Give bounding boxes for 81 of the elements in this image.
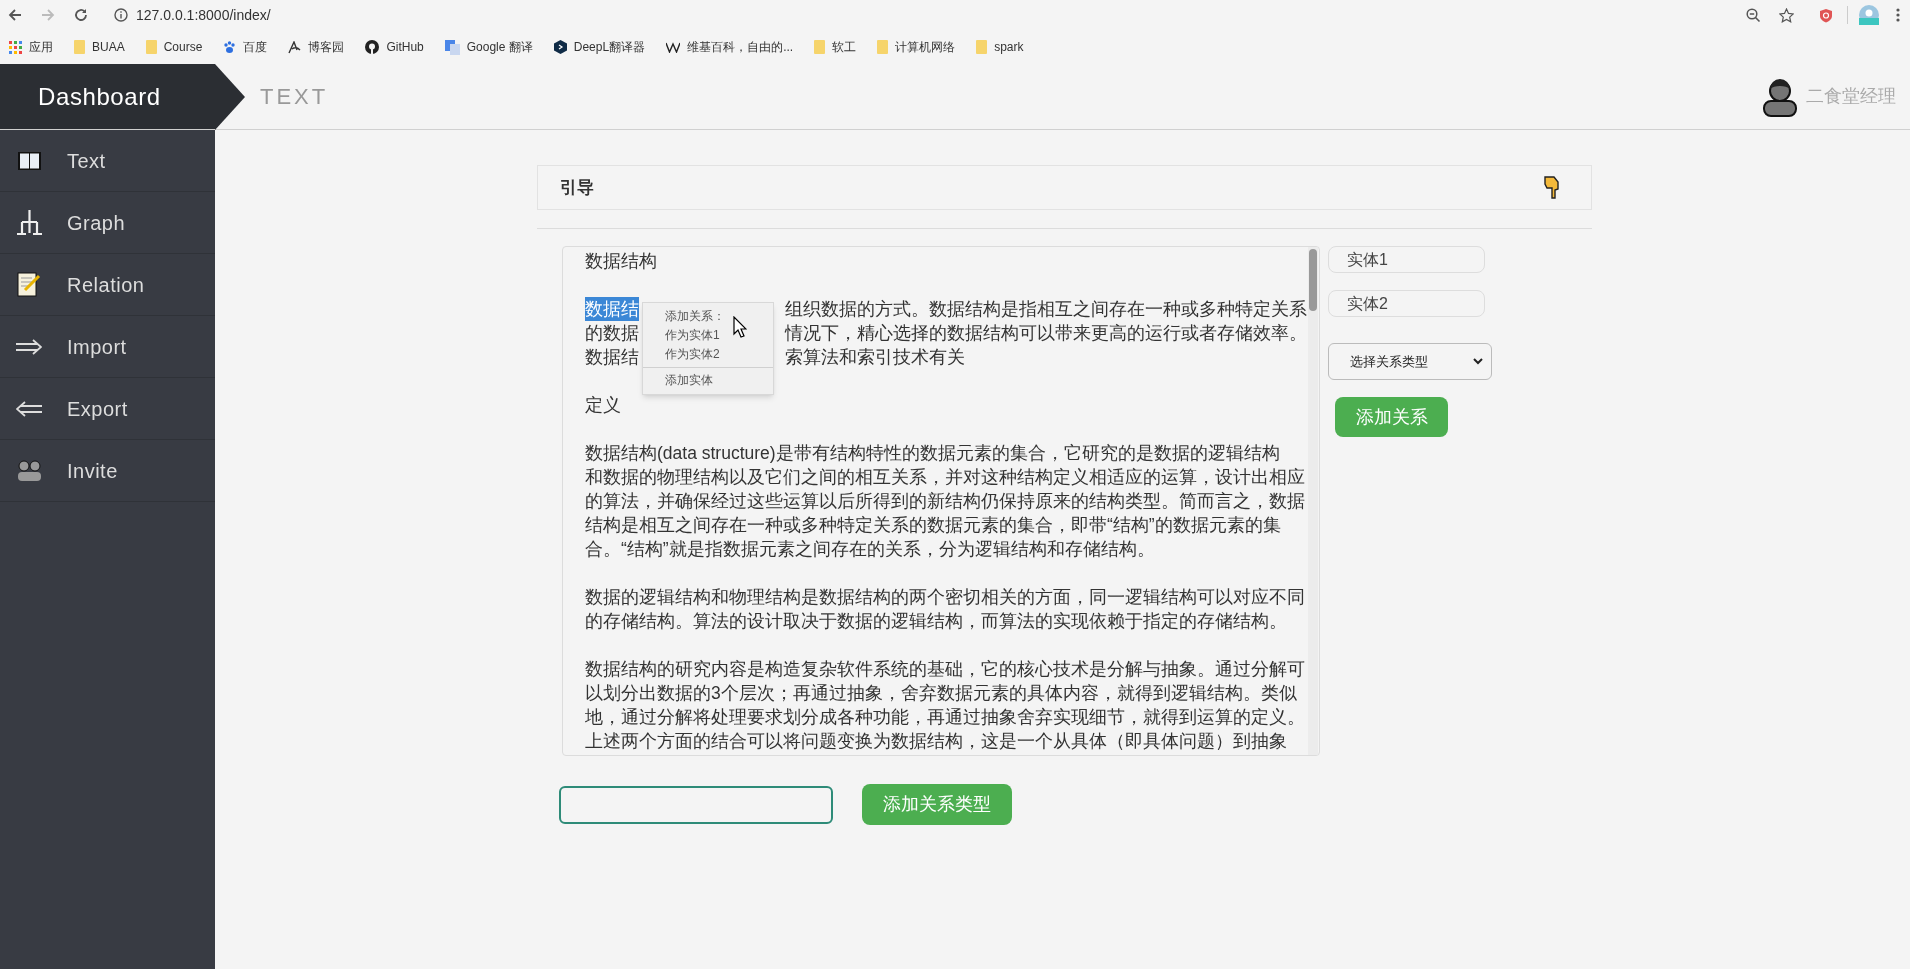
sidebar-item[interactable]: Export	[0, 378, 215, 440]
deepl-logo-icon	[553, 40, 567, 54]
menu-item[interactable]: 作为实体1	[643, 326, 773, 345]
translate-icon	[444, 39, 460, 55]
text-line: 数据结构	[585, 250, 657, 273]
entity-field[interactable]: 实体2	[1328, 290, 1485, 317]
menu-item[interactable]: 添加关系：	[643, 307, 773, 326]
bookmark-link[interactable]: BUAA	[92, 38, 125, 56]
double-arrow-right-icon	[16, 338, 42, 355]
text-line: 索算法和索引技术有关	[785, 346, 965, 369]
text-line: 上述两个方面的结合可以将问题变换为数据结构，这是一个从具体（即具体问题）到抽象	[585, 730, 1287, 753]
text-line: 数据结构的研究内容是构造复杂软件系统的基础，它的核心技术是分解与抽象。通过分解可	[585, 658, 1305, 681]
menu-item[interactable]: 作为实体2	[643, 345, 773, 364]
sidebar-item[interactable]: Invite	[0, 440, 215, 502]
text-line: 数据的逻辑结构和物理结构是数据结构的两个密切相关的方面，同一逻辑结构可以对应不同	[585, 586, 1305, 609]
bookmark-link[interactable]: GitHub	[386, 38, 424, 56]
pointing-hand-icon	[1543, 175, 1561, 200]
url-text[interactable]: 127.0.0.1:8000/index/	[136, 4, 271, 26]
sidebar-item[interactable]: Graph	[0, 192, 215, 254]
folder-icon	[145, 40, 157, 54]
bookmark-link[interactable]: Course	[163, 38, 203, 56]
bookmark-link[interactable]: 计算机网络	[895, 38, 956, 56]
user-avatar-icon[interactable]	[1762, 76, 1798, 117]
people-icon	[16, 459, 42, 482]
text-line: 情况下，精心选择的数据结构可以带来更高的运行或者存储效率。	[785, 322, 1307, 345]
star-icon[interactable]	[1779, 7, 1794, 23]
text-line: 和数据的物理结构以及它们之间的相互关系，并对这种结构定义相适应的运算，设计出相应	[585, 466, 1305, 489]
sidebar-item[interactable]: Relation	[0, 254, 215, 316]
text-line: 地，通过分解将处理要求划分成各种功能，再通过抽象舍弃实现细节，就得到运算的定义。	[585, 706, 1305, 729]
bookmark-link[interactable]: 应用	[29, 38, 53, 56]
reload-icon[interactable]	[74, 8, 88, 22]
bookmark-link[interactable]: Google 翻译	[466, 38, 533, 56]
text-line: 的数据	[585, 322, 639, 345]
guide-title: 引导	[560, 176, 594, 199]
text-line: 的算法，并确保经过这些运算以后所得到的新结构仍保持原来的结构类型。简而言之，数据	[585, 490, 1305, 513]
text-line: 的存储结构。算法的设计取决于数据的逻辑结构，而算法的实现依赖于指定的存储结构。	[585, 610, 1287, 633]
cat-logo-icon	[365, 40, 380, 54]
text-line: 合。“结构”就是指数据元素之间存在的关系，分为逻辑结构和存储结构。	[585, 538, 1155, 561]
text-area[interactable]	[562, 246, 1320, 756]
menu-icon[interactable]	[1896, 8, 1900, 22]
bookmark-link[interactable]: 维基百科，自由的...	[687, 38, 794, 56]
relation-type-input[interactable]	[559, 785, 833, 824]
wiki-logo-icon	[666, 41, 681, 53]
text-line: 组织数据的方式。数据结构是指相互之间存在一种或多种特定关系	[785, 298, 1307, 321]
menu-item[interactable]: 添加实体	[643, 371, 773, 390]
relation-type-select[interactable]: 选择关系类型	[1328, 343, 1492, 380]
paw-icon	[223, 40, 237, 54]
double-arrow-left-icon	[16, 400, 42, 417]
scrollbar-track[interactable]	[1308, 247, 1318, 755]
sidebar-item[interactable]: Import	[0, 316, 215, 378]
bookmark-link[interactable]: 博客园	[308, 38, 345, 56]
text-line: 结构是相互之间存在一种或多种特定关系的数据元素的集合，即带“结构”的数据元素的集	[585, 514, 1281, 537]
bookmark-link[interactable]: 百度	[243, 38, 268, 56]
breadcrumb-arrow-icon	[215, 64, 245, 130]
hierarchy-icon	[16, 210, 42, 235]
folder-icon	[877, 40, 889, 54]
info-icon[interactable]	[114, 8, 128, 22]
entity-field[interactable]: 实体1	[1328, 246, 1485, 273]
text-line: 数据结构(data structure)是带有结构特性的数据元素的集合，它研究的是数据的逻辑结构	[585, 442, 1280, 465]
cursor-icon	[733, 316, 747, 338]
sidebar-item[interactable]: Text	[0, 130, 215, 192]
book-icon	[16, 150, 42, 171]
page-title: TEXT	[260, 83, 329, 111]
back-icon[interactable]	[8, 8, 22, 22]
blog-logo-icon	[288, 40, 302, 54]
scrollbar-thumb[interactable]	[1309, 249, 1317, 311]
folder-icon	[814, 40, 826, 54]
folder-icon	[74, 40, 85, 54]
bookmark-link[interactable]: DeepL翻译器	[573, 38, 646, 56]
selected-text: 数据结	[585, 297, 639, 321]
chevron-down-icon	[1473, 358, 1483, 365]
bookmark-link[interactable]: spark	[994, 38, 1024, 56]
text-line: 数据结	[585, 346, 639, 369]
shield-icon[interactable]	[1819, 7, 1833, 23]
bookmark-link[interactable]: 软工	[832, 38, 857, 56]
text-line: 以划分出数据的3个层次；再通过抽象，舍弃数据元素的具体内容，就得到逻辑结构。类似	[585, 682, 1297, 705]
apps-grid-icon	[9, 40, 22, 54]
zoom-out-icon[interactable]	[1746, 7, 1761, 23]
memo-pencil-icon	[17, 272, 41, 297]
folder-icon	[976, 40, 988, 54]
text-line: 定义	[585, 394, 621, 417]
